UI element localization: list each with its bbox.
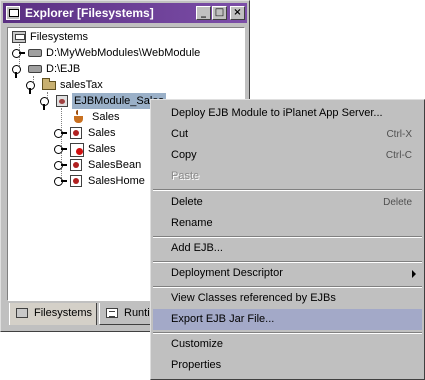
bean-icon — [70, 159, 82, 171]
menu-item-label: Export EJB Jar File... — [171, 313, 275, 325]
tree-item-label: D:\MyWebModules\WebModule — [46, 47, 201, 59]
expand-handle-icon[interactable] — [54, 160, 68, 170]
menu-item-deployment-descriptor[interactable]: Deployment Descriptor — [153, 263, 422, 284]
minimize-button[interactable]: _ — [196, 6, 211, 20]
close-button[interactable]: × — [230, 6, 245, 20]
tab-runtime[interactable]: Runti — [99, 303, 157, 325]
window-title: Explorer [Filesystems] — [25, 6, 154, 20]
menu-item-copy[interactable]: Copy Ctrl-C — [153, 145, 422, 166]
submenu-arrow-icon — [412, 270, 416, 278]
tree-item-label: D:\EJB — [46, 63, 81, 75]
menu-item-label: Customize — [171, 338, 223, 350]
collapse-handle-icon[interactable] — [40, 96, 54, 110]
menu-item-add-ejb[interactable]: Add EJB... — [153, 238, 422, 259]
bean-icon — [70, 127, 82, 139]
menu-item-paste: Paste — [153, 166, 422, 187]
drive-icon — [28, 65, 42, 73]
menu-item-label: Properties — [171, 359, 222, 371]
collapse-handle-icon[interactable] — [26, 80, 40, 94]
maximize-button[interactable]: □ — [212, 6, 227, 20]
menu-item-label: Paste — [171, 170, 200, 182]
menu-item-label: Deployment Descriptor — [171, 267, 283, 279]
menu-item-label: Rename — [171, 217, 213, 229]
menu-item-label: Cut — [171, 128, 189, 140]
menu-item-cut[interactable]: Cut Ctrl-X — [153, 124, 422, 145]
menu-item-label: View Classes referenced by EJBs — [171, 292, 336, 304]
tab-filesystems[interactable]: Filesystems — [9, 303, 97, 325]
tree-item-label: salesTax — [60, 79, 103, 91]
tree-item-label: Sales — [88, 143, 116, 155]
menu-item-customize[interactable]: Customize — [153, 334, 422, 355]
expand-handle-icon[interactable] — [54, 128, 68, 138]
tree-item-label: Sales — [92, 111, 120, 123]
drive-icon — [28, 49, 42, 57]
menu-item-shortcut: Ctrl-X — [386, 129, 412, 140]
tree-item-label: Sales — [88, 127, 116, 139]
tree-item-label: SalesBean — [88, 159, 142, 171]
menu-item-properties[interactable]: Properties — [153, 355, 422, 376]
tab-label: Runti — [124, 307, 150, 319]
tab-label: Filesystems — [34, 307, 93, 319]
menu-item-label: Deploy EJB Module to iPlanet App Server.… — [171, 107, 383, 119]
expand-handle-icon[interactable] — [54, 144, 68, 154]
menu-item-view-classes[interactable]: View Classes referenced by EJBs — [153, 288, 422, 309]
menu-item-label: Copy — [171, 149, 197, 161]
coffee-cup-icon — [72, 110, 86, 124]
menu-separator — [153, 189, 422, 191]
tree-item-label: SalesHome — [88, 175, 145, 187]
tree-item-label: Filesystems — [30, 31, 89, 43]
bean-icon — [70, 175, 82, 187]
expand-handle-icon[interactable] — [12, 48, 26, 58]
menu-item-deploy-ejb-module[interactable]: Deploy EJB Module to iPlanet App Server.… — [153, 103, 422, 124]
folder-icon — [42, 78, 56, 90]
menu-item-export-ejb-jar[interactable]: Export EJB Jar File... — [153, 309, 422, 330]
menu-item-label: Delete — [171, 196, 203, 208]
menu-item-shortcut: Ctrl-C — [385, 150, 412, 161]
menu-item-delete[interactable]: Delete Delete — [153, 192, 422, 213]
context-menu: Deploy EJB Module to iPlanet App Server.… — [150, 99, 425, 380]
menu-item-label: Add EJB... — [171, 242, 223, 254]
menu-item-shortcut: Delete — [383, 197, 412, 208]
collapse-handle-icon[interactable] — [12, 64, 26, 78]
runtime-icon — [106, 308, 118, 318]
filesystems-icon — [12, 31, 26, 43]
expand-handle-icon[interactable] — [54, 176, 68, 186]
window-menu-icon[interactable] — [6, 6, 20, 20]
menu-item-rename[interactable]: Rename — [153, 213, 422, 234]
ejb-module-icon — [56, 95, 68, 107]
window-titlebar[interactable]: Explorer [Filesystems] _ □ × — [3, 3, 247, 23]
filesystems-icon — [16, 308, 28, 318]
bean-error-icon — [70, 143, 84, 157]
